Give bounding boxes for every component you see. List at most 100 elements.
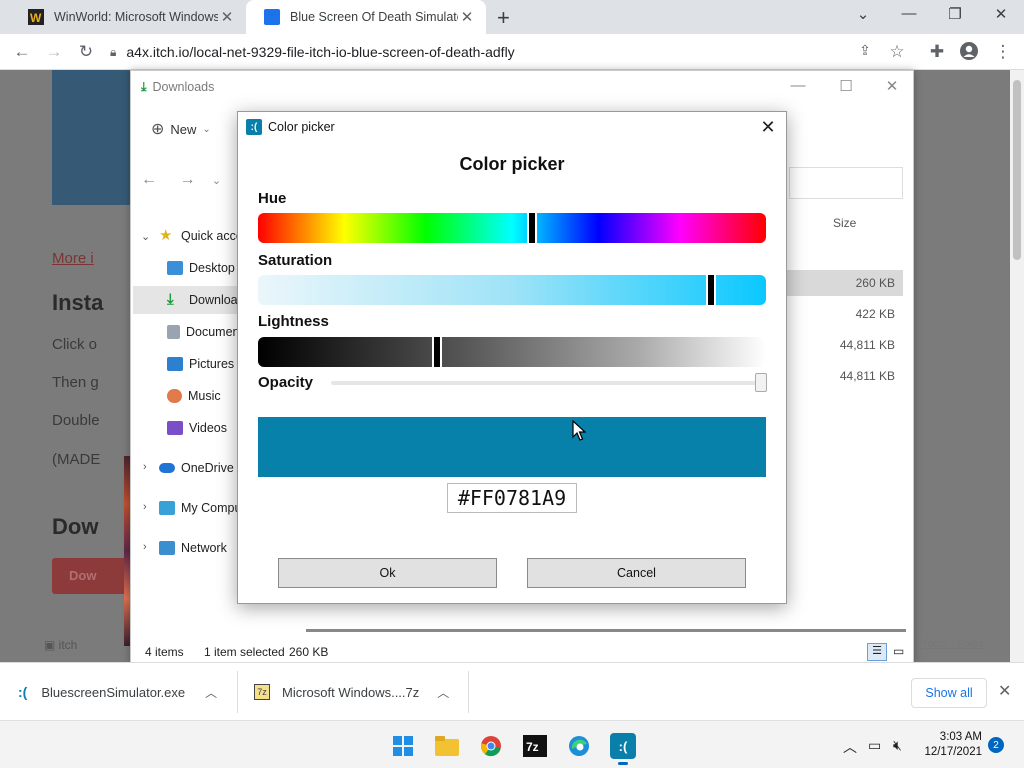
hex-value-field[interactable]: #FF0781A9: [447, 483, 577, 513]
bsod-simulator-taskbar-icon[interactable]: :(: [610, 733, 636, 765]
sidebar-item-quick-access[interactable]: ★ Quick acce: [159, 222, 243, 250]
expand-chevron-icon[interactable]: ›: [143, 461, 147, 473]
download-item-7z[interactable]: 7z Microsoft Windows....7z ︿: [254, 663, 449, 721]
tab-search-chevron-icon[interactable]: ⌄: [840, 5, 886, 23]
explorer-title: Downloads: [152, 80, 215, 94]
7zip-icon[interactable]: 7z: [522, 733, 548, 759]
more-link[interactable]: More i: [52, 250, 94, 267]
reload-icon[interactable]: ↻: [75, 42, 97, 62]
network-tray-icon[interactable]: ▭: [868, 737, 881, 754]
recent-chevron-icon[interactable]: ⌄: [212, 175, 221, 187]
footer-itch-link[interactable]: ▣ itch: [44, 638, 77, 652]
chevron-up-icon[interactable]: ︿: [437, 684, 449, 701]
mouse-cursor-icon: [572, 420, 586, 441]
saturation-slider[interactable]: [258, 273, 766, 307]
profile-avatar-icon[interactable]: [958, 42, 980, 65]
ok-button[interactable]: Ok: [278, 558, 497, 588]
scrollbar-thumb[interactable]: [1013, 80, 1021, 260]
file-row[interactable]: 44,811 KB: [773, 363, 903, 389]
close-icon[interactable]: ✕: [756, 115, 780, 139]
cancel-button[interactable]: Cancel: [527, 558, 746, 588]
show-all-button[interactable]: Show all: [911, 678, 987, 708]
download-arrow-icon: ⤓: [141, 79, 147, 94]
sidebar-item-videos[interactable]: Videos: [167, 414, 227, 442]
maximize-icon[interactable]: ☐: [823, 77, 869, 95]
sidebar-item-network[interactable]: Network: [159, 534, 227, 562]
sidebar-label: My Compu: [181, 501, 242, 515]
minimize-icon[interactable]: —: [886, 5, 932, 22]
dialog-window-title: Color picker: [268, 120, 335, 134]
search-box[interactable]: [789, 167, 903, 199]
expand-chevron-icon[interactable]: ›: [143, 501, 147, 513]
hue-slider[interactable]: [258, 211, 766, 245]
download-filename: Microsoft Windows....7z: [282, 684, 420, 700]
tab-winworld[interactable]: W WinWorld: Microsoft Windows M ✕: [10, 0, 246, 34]
share-icon[interactable]: ⇪: [854, 42, 876, 59]
footer-text: itch: [58, 638, 78, 652]
new-button[interactable]: ⊕ New ⌄: [131, 109, 211, 149]
close-icon[interactable]: ✕: [869, 77, 913, 95]
page-scrollbar[interactable]: [1010, 70, 1024, 662]
hue-slider-handle[interactable]: [527, 211, 537, 245]
details-view-icon[interactable]: ☰: [867, 643, 887, 661]
back-icon[interactable]: ←: [141, 171, 157, 188]
close-tab-icon[interactable]: ✕: [218, 8, 236, 26]
horizontal-scrollbar[interactable]: [306, 629, 906, 632]
size-column-header[interactable]: Size: [833, 216, 856, 230]
system-clock[interactable]: 3:03 AM 12/17/2021: [920, 730, 982, 760]
lightness-slider[interactable]: [258, 335, 766, 369]
close-window-icon[interactable]: ✕: [978, 5, 1024, 23]
forward-icon[interactable]: →: [43, 42, 65, 62]
close-tab-icon[interactable]: ✕: [458, 8, 476, 26]
new-label: New: [170, 121, 197, 137]
close-shelf-icon[interactable]: ✕: [998, 681, 1011, 701]
notification-badge[interactable]: 2: [988, 737, 1004, 753]
menu-kebab-icon[interactable]: ⋮: [992, 42, 1014, 62]
opacity-slider-thumb[interactable]: [755, 373, 767, 392]
address-bar[interactable]: 🔒︎ a4x.itch.io/local-net-9329-file-itch-…: [110, 38, 910, 66]
opacity-slider[interactable]: [331, 381, 766, 385]
minimize-icon[interactable]: —: [775, 77, 821, 94]
sidebar-item-downloads[interactable]: ⤓ Download: [133, 286, 251, 314]
forward-icon[interactable]: →: [179, 171, 195, 188]
file-explorer-icon[interactable]: [434, 733, 460, 759]
file-row[interactable]: 422 KB: [773, 301, 903, 327]
sidebar-item-onedrive[interactable]: OneDrive: [159, 454, 234, 482]
footer-links[interactable]: Tools · Fixes: [922, 638, 984, 650]
svg-text:7z: 7z: [526, 740, 539, 754]
restore-icon[interactable]: ❐: [932, 5, 978, 23]
sidebar-item-music[interactable]: Music: [167, 382, 221, 410]
sidebar-item-desktop[interactable]: Desktop: [167, 254, 235, 282]
item-count: 4 items: [145, 645, 184, 659]
tray-chevron-up-icon[interactable]: ︿: [843, 737, 857, 757]
file-row[interactable]: 44,811 KB: [773, 332, 903, 358]
download-button[interactable]: Dow: [52, 558, 132, 594]
back-icon[interactable]: ←: [11, 42, 33, 62]
lightness-slider-handle[interactable]: [432, 335, 442, 369]
download-item-bluescreen[interactable]: :( BluescreenSimulator.exe ︿: [18, 663, 217, 721]
bookmark-star-icon[interactable]: ☆: [886, 42, 908, 62]
volume-muted-icon[interactable]: 🔇︎: [893, 737, 902, 754]
sidebar-item-pictures[interactable]: Pictures: [167, 350, 234, 378]
tab-bsod-simulator[interactable]: Blue Screen Of Death Simulator b ✕: [246, 0, 486, 34]
chrome-icon[interactable]: [478, 733, 504, 759]
lock-icon: 🔒︎: [110, 44, 117, 59]
new-tab-icon[interactable]: +: [497, 5, 510, 31]
start-windows-icon[interactable]: [390, 733, 416, 759]
tiles-view-icon[interactable]: ▭: [893, 644, 904, 658]
videos-icon: [167, 421, 183, 435]
taskbar: 7z :( ︿ ▭ 🔇︎ 3:03 AM 12/17/2021 2: [0, 720, 1024, 768]
edge-icon[interactable]: [566, 733, 592, 759]
saturation-slider-handle[interactable]: [706, 273, 716, 307]
file-size: 44,811 KB: [839, 338, 895, 352]
sidebar-item-documents[interactable]: Documen: [167, 318, 240, 346]
expand-chevron-icon[interactable]: ›: [143, 541, 147, 553]
chevron-up-icon[interactable]: ︿: [205, 684, 217, 701]
sidebar-item-my-computer[interactable]: My Compu: [159, 494, 241, 522]
bsod-app-icon: :(: [246, 119, 262, 135]
extensions-puzzle-icon[interactable]: ✚: [926, 42, 948, 62]
expand-chevron-icon[interactable]: ⌄: [141, 230, 150, 243]
sidebar-label: OneDrive: [181, 461, 234, 475]
archive-file-icon: 7z: [254, 684, 270, 700]
file-row[interactable]: 260 KB: [773, 270, 903, 296]
